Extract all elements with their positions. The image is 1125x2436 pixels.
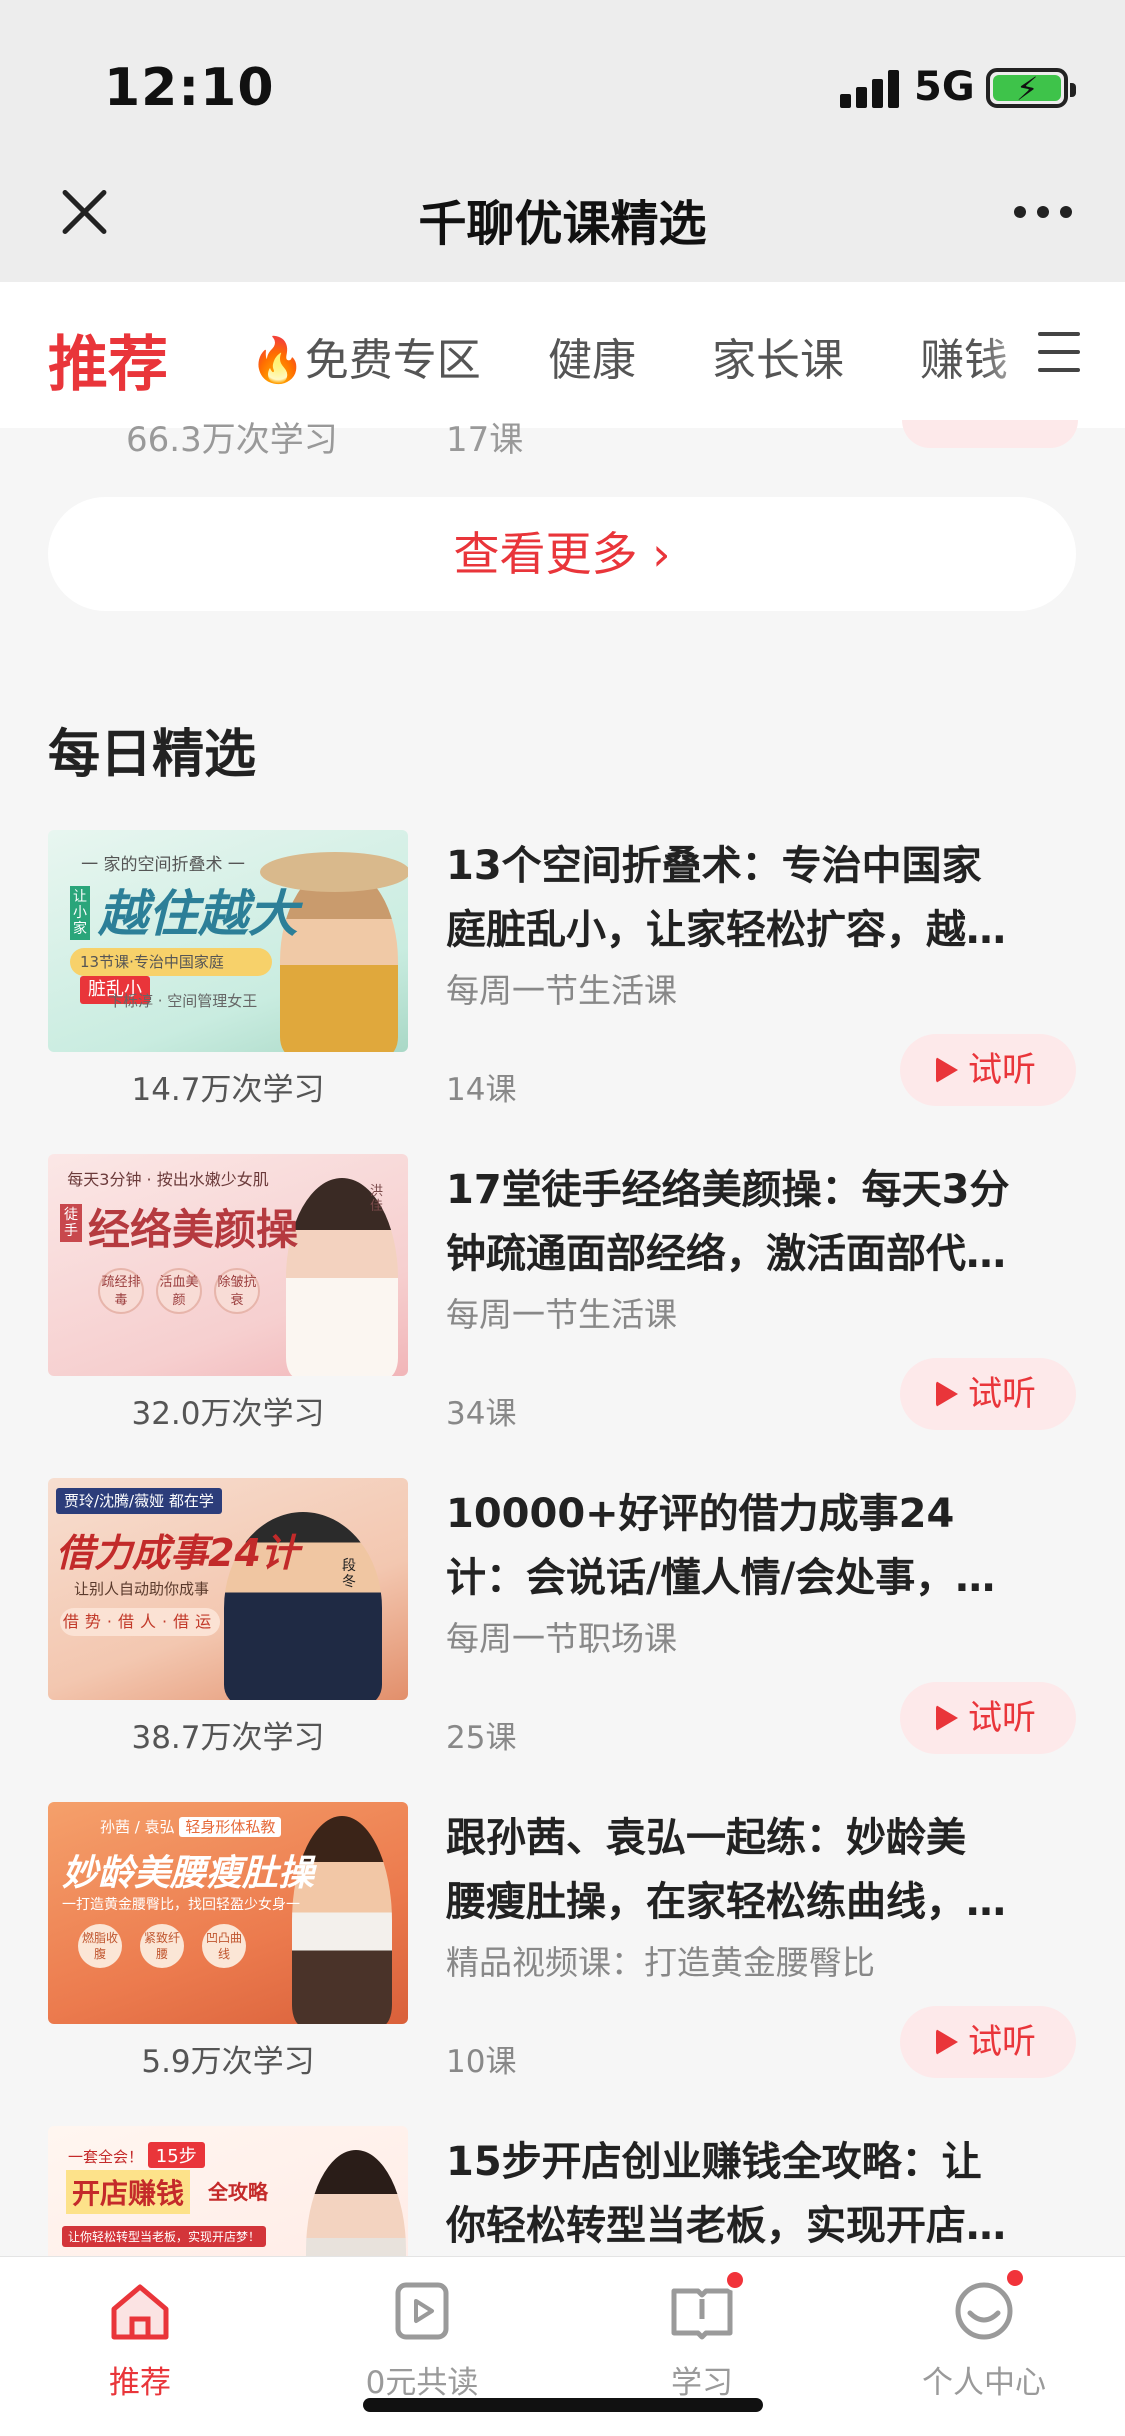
course-subtitle: 每周一节生活课: [446, 971, 677, 1010]
course-item[interactable]: 孙茜 / 袁弘 轻身形体私教 妙龄美腰瘦肚操 一打造黄金腰臀比，找回轻盈少女身一…: [48, 1802, 1078, 2102]
prev-course-count: 17课: [446, 420, 524, 460]
more-dots-icon[interactable]: [1014, 206, 1072, 220]
course-lesson-count: 25课: [446, 1720, 517, 1756]
course-subtitle: 每周一节生活课: [446, 1295, 677, 1334]
cellular-signal-icon: [840, 70, 902, 108]
home-icon: [108, 2279, 172, 2343]
category-menu-icon[interactable]: [1038, 332, 1080, 372]
see-more-button[interactable]: 查看更多 ›: [48, 497, 1076, 611]
course-thumbnail: 每天3分钟 · 按出水嫩少女肌 徒手 经络美颜操 疏经排毒 活血美颜 除皱抗衰 …: [48, 1154, 408, 1376]
video-play-icon: [390, 2279, 454, 2343]
prev-course-learners: 66.3万次学习: [126, 420, 338, 460]
tab-health[interactable]: 健康: [548, 324, 636, 388]
tab-parenting[interactable]: 家长课: [712, 324, 844, 388]
section-title-daily-picks: 每日精选: [48, 725, 257, 785]
course-title: 跟孙茜、袁弘一起练：妙龄美 腰瘦肚操，在家轻松练曲线，…: [446, 1815, 1006, 1925]
course-title: 13个空间折叠术：专治中国家 庭脏乱小，让家轻松扩容，越…: [446, 843, 1006, 953]
course-thumbnail: 一 家的空间折叠术 一 让小家 越住越大 13节课·专治中国家庭 脏乱小 卞栎淳…: [48, 830, 408, 1052]
course-learners: 38.7万次学习: [131, 1720, 325, 1756]
tab-free-zone[interactable]: 🔥免费专区: [250, 324, 481, 388]
bottom-tab-profile[interactable]: 个人中心: [884, 2267, 1084, 2402]
course-learners: 14.7万次学习: [131, 1072, 325, 1108]
book-icon: [670, 2269, 746, 2343]
bottom-tab-study[interactable]: 学习: [602, 2269, 802, 2402]
course-subtitle: 每周一节职场课: [446, 1619, 677, 1658]
course-item[interactable]: 一 家的空间折叠术 一 让小家 越住越大 13节课·专治中国家庭 脏乱小 卞栎淳…: [48, 830, 1078, 1130]
notification-dot: [724, 2269, 746, 2291]
network-type: 5G: [914, 64, 975, 110]
trial-button[interactable]: 试听: [900, 1358, 1076, 1430]
play-icon: [936, 1057, 958, 1083]
play-icon: [936, 2029, 958, 2055]
profile-face-icon: [952, 2267, 1026, 2343]
battery-charging-icon: ⚡: [986, 68, 1076, 108]
bottom-tab-free-reading[interactable]: 0元共读: [322, 2279, 522, 2402]
course-subtitle: 精品视频课：打造黄金腰臀比: [446, 1943, 875, 1982]
course-title: 10000+好评的借力成事24 计：会说话/懂人情/会处事，…: [446, 1491, 996, 1601]
top-bar: 12:10 5G ⚡ 千聊优课精选: [0, 0, 1125, 282]
course-item[interactable]: 贾玲/沈腾/薇娅 都在学 借力成事24计 让别人自动助你成事 借势·借人·借运 …: [48, 1478, 1078, 1778]
course-lesson-count: 34课: [446, 1396, 517, 1432]
trial-button[interactable]: 试听: [900, 1034, 1076, 1106]
category-tabs: 推荐 🔥免费专区 健康 家长课 赚钱: [0, 282, 1125, 428]
course-title: 15步开店创业赚钱全攻略：让 你轻松转型当老板，实现开店…: [446, 2139, 1006, 2249]
course-thumbnail: 贾玲/沈腾/薇娅 都在学 借力成事24计 让别人自动助你成事 借势·借人·借运 …: [48, 1478, 408, 1700]
course-learners: 5.9万次学习: [141, 2044, 315, 2080]
bottom-tab-recommend[interactable]: 推荐: [40, 2279, 240, 2402]
course-lesson-count: 10课: [446, 2044, 517, 2080]
course-thumbnail: 孙茜 / 袁弘 轻身形体私教 妙龄美腰瘦肚操 一打造黄金腰臀比，找回轻盈少女身一…: [48, 1802, 408, 2024]
notification-dot: [1004, 2267, 1026, 2289]
trial-button[interactable]: 试听: [900, 1682, 1076, 1754]
page-title: 千聊优课精选: [418, 196, 707, 252]
home-indicator: [363, 2398, 763, 2412]
course-learners: 32.0万次学习: [131, 1396, 325, 1432]
status-time: 12:10: [104, 58, 275, 118]
play-icon: [936, 1381, 958, 1407]
course-item[interactable]: 每天3分钟 · 按出水嫩少女肌 徒手 经络美颜操 疏经排毒 活血美颜 除皱抗衰 …: [48, 1154, 1078, 1454]
course-title: 17堂徒手经络美颜操：每天3分 钟疏通面部经络，激活面部代…: [446, 1167, 1010, 1277]
course-lesson-count: 14课: [446, 1072, 517, 1108]
prev-trial-button[interactable]: [902, 420, 1078, 448]
trial-button[interactable]: 试听: [900, 2006, 1076, 2078]
play-icon: [936, 1705, 958, 1731]
tab-recommend[interactable]: 推荐: [48, 316, 168, 403]
